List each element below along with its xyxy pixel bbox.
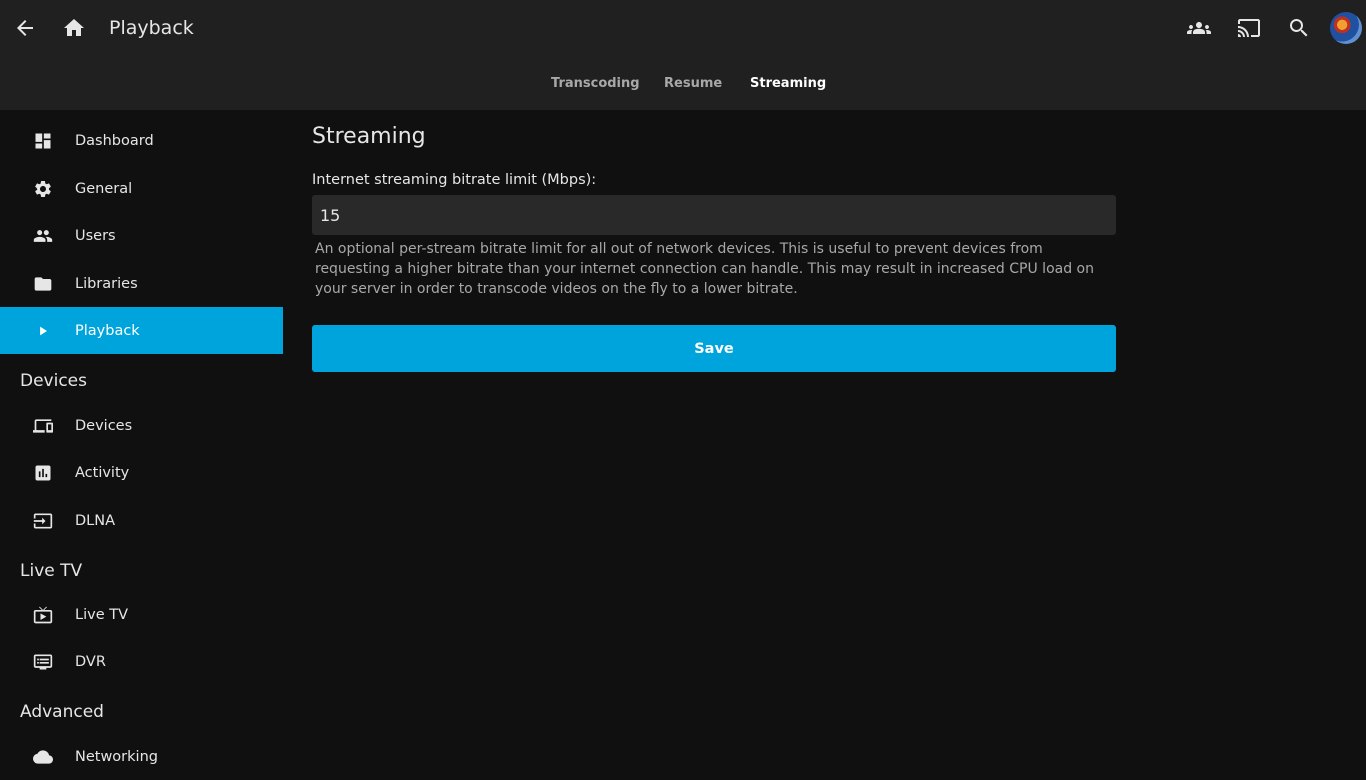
sidebar-item-label: Dashboard: [75, 132, 154, 149]
page-title: Playback: [109, 17, 194, 39]
sidebar-item-general[interactable]: General: [0, 165, 283, 212]
dvr-icon: [31, 650, 55, 674]
sidebar-item-label: Networking: [75, 748, 158, 765]
tab-streaming[interactable]: Streaming: [750, 72, 826, 96]
tab-bar: Transcoding Resume Streaming: [0, 72, 1366, 96]
sidebar-item-dvr[interactable]: DVR: [0, 638, 283, 685]
section-header-devices: Devices: [20, 371, 87, 391]
cloud-icon: [31, 745, 55, 769]
sidebar-item-users[interactable]: Users: [0, 212, 283, 259]
sidebar-item-label: Users: [75, 227, 116, 244]
back-arrow-icon[interactable]: [5, 8, 45, 48]
home-icon[interactable]: [54, 8, 94, 48]
cast-icon[interactable]: [1229, 8, 1269, 48]
app-header: Playback Transcoding Resume Streaming: [0, 0, 1366, 110]
sidebar-item-dashboard[interactable]: Dashboard: [0, 117, 283, 164]
dashboard-icon: [31, 129, 55, 153]
live-tv-icon: [31, 603, 55, 627]
section-title: Streaming: [312, 124, 426, 149]
users-group-icon[interactable]: [1179, 8, 1219, 48]
sidebar-item-devices[interactable]: Devices: [0, 402, 283, 449]
sidebar-item-label: Libraries: [75, 275, 138, 292]
bitrate-limit-description: An optional per-stream bitrate limit for…: [315, 241, 1094, 297]
save-button[interactable]: Save: [312, 325, 1116, 372]
gear-icon: [31, 177, 55, 201]
search-icon[interactable]: [1279, 8, 1319, 48]
sidebar-item-playback[interactable]: Playback: [0, 307, 283, 354]
sidebar-item-libraries[interactable]: Libraries: [0, 260, 283, 307]
activity-icon: [31, 461, 55, 485]
sidebar-item-networking[interactable]: Networking: [0, 733, 283, 780]
sidebar-item-label: DLNA: [75, 512, 116, 529]
sidebar-item-label: DVR: [75, 653, 106, 670]
devices-icon: [31, 414, 55, 438]
tab-resume[interactable]: Resume: [664, 72, 722, 96]
user-avatar[interactable]: [1330, 12, 1362, 44]
bitrate-limit-input[interactable]: [312, 195, 1116, 235]
sidebar-item-activity[interactable]: Activity: [0, 449, 283, 496]
section-header-advanced: Advanced: [20, 702, 104, 722]
sidebar-item-label: General: [75, 180, 133, 197]
folder-icon: [31, 272, 55, 296]
sidebar-item-label: Devices: [75, 417, 133, 434]
tab-transcoding[interactable]: Transcoding: [551, 72, 640, 96]
sidebar-item-dlna[interactable]: DLNA: [0, 497, 283, 544]
sidebar-item-label: Activity: [75, 464, 130, 481]
sidebar: Dashboard General Users Libraries Playba…: [0, 110, 283, 768]
sidebar-item-label: Playback: [75, 322, 140, 339]
sidebar-item-live-tv[interactable]: Live TV: [0, 591, 283, 638]
sidebar-item-label: Live TV: [75, 606, 128, 623]
people-icon: [31, 224, 55, 248]
play-icon: [31, 319, 55, 343]
input-icon: [31, 509, 55, 533]
section-header-livetv: Live TV: [20, 561, 83, 581]
bitrate-limit-label: Internet streaming bitrate limit (Mbps):: [312, 172, 597, 188]
